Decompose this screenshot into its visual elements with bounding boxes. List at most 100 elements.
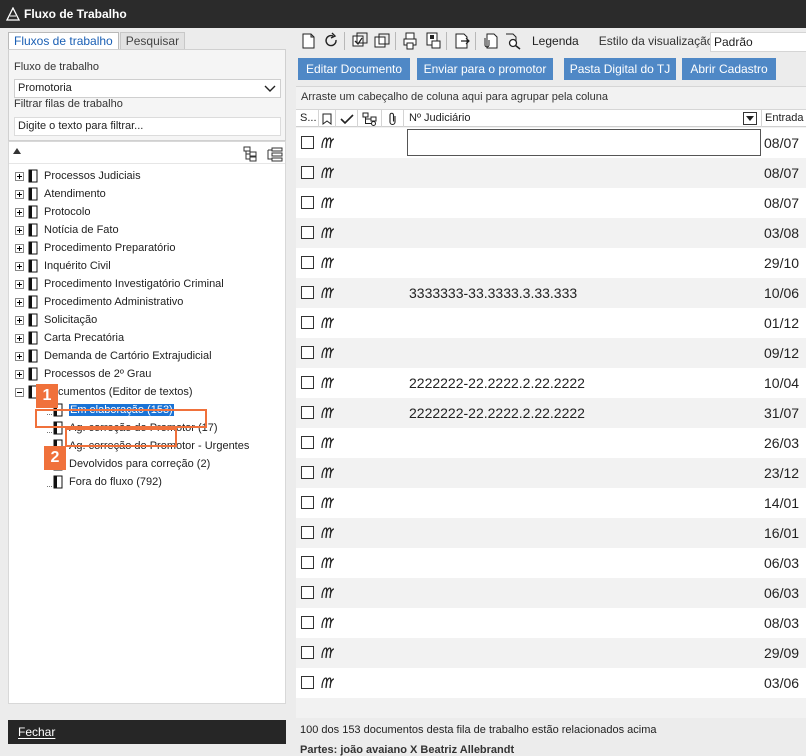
edit-document-button[interactable]: Editar Documento <box>298 58 410 80</box>
print-icon[interactable] <box>402 32 420 50</box>
tree-item[interactable]: Protocolo <box>15 203 90 221</box>
row-checkbox[interactable] <box>301 256 314 269</box>
collapse-arrow-icon[interactable] <box>13 148 21 154</box>
table-row[interactable]: 06/03 <box>296 578 806 608</box>
attach-document-icon[interactable] <box>482 32 500 50</box>
expand-icon[interactable] <box>15 189 24 199</box>
row-checkbox[interactable] <box>301 196 314 209</box>
row-checkbox[interactable] <box>301 526 314 539</box>
uncheck-all-icon[interactable] <box>373 32 391 50</box>
tree-item[interactable]: Atendimento <box>15 185 106 203</box>
row-checkbox[interactable] <box>301 136 314 149</box>
table-row[interactable]: 08/07 <box>296 158 806 188</box>
tree-item[interactable]: Processos de 2º Grau <box>15 365 151 383</box>
expand-icon[interactable] <box>15 369 24 379</box>
expand-icon[interactable] <box>15 315 24 325</box>
legend-button[interactable]: Legenda <box>532 34 579 48</box>
column-header-entrada[interactable]: Entrada <box>762 110 806 127</box>
column-header-numero-judiciario[interactable]: Nº Judiciário <box>404 110 762 127</box>
hands-flag-icon <box>321 287 335 299</box>
new-document-icon[interactable] <box>300 32 318 50</box>
tree-subitem[interactable]: Devolvidos para correção (2) <box>47 455 210 473</box>
table-row[interactable]: 26/03 <box>296 428 806 458</box>
tree-item[interactable]: Inquérito Civil <box>15 257 111 275</box>
row-checkbox[interactable] <box>301 436 314 449</box>
tree-item[interactable]: Solicitação <box>15 311 97 329</box>
table-row[interactable]: 2222222-22.2222.2.22.2222 10/04 <box>296 368 806 398</box>
pasta-digital-button[interactable]: Pasta Digital do TJ <box>564 58 676 80</box>
check-all-icon[interactable] <box>351 32 369 50</box>
row-checkbox[interactable] <box>301 316 314 329</box>
table-row[interactable]: 06/03 <box>296 548 806 578</box>
row-edit-field[interactable] <box>407 129 761 156</box>
expand-icon[interactable] <box>15 351 24 361</box>
paperclip-icon <box>389 112 396 126</box>
table-row[interactable]: 23/12 <box>296 458 806 488</box>
expand-icon[interactable] <box>15 297 24 307</box>
row-checkbox[interactable] <box>301 646 314 659</box>
filter-input[interactable]: Digite o texto para filtrar... <box>14 117 281 136</box>
table-row[interactable]: 08/07 <box>296 188 806 218</box>
table-row[interactable]: 08/03 <box>296 608 806 638</box>
table-row[interactable]: 03/06 <box>296 668 806 698</box>
row-checkbox[interactable] <box>301 586 314 599</box>
expand-icon[interactable] <box>15 333 24 343</box>
row-checkbox[interactable] <box>301 496 314 509</box>
row-checkbox[interactable] <box>301 286 314 299</box>
collapse-icon[interactable] <box>15 387 24 397</box>
expand-icon[interactable] <box>15 279 24 289</box>
row-checkbox[interactable] <box>301 676 314 689</box>
tree-item[interactable]: Procedimento Administrativo <box>15 293 183 311</box>
tree-item[interactable]: Procedimento Preparatório <box>15 239 175 257</box>
workflow-select[interactable]: Promotoria <box>14 79 281 98</box>
row-checkbox[interactable] <box>301 346 314 359</box>
refresh-icon[interactable] <box>322 32 340 50</box>
save-print-icon[interactable] <box>424 32 442 50</box>
expand-icon[interactable] <box>15 243 24 253</box>
expand-icon[interactable] <box>15 207 24 217</box>
table-row[interactable]: 2222222-22.2222.2.22.2222 31/07 <box>296 398 806 428</box>
view-style-select[interactable]: Padrão <box>710 32 806 52</box>
expand-icon[interactable] <box>15 261 24 271</box>
row-checkbox[interactable] <box>301 406 314 419</box>
tab-pesquisar[interactable]: Pesquisar <box>119 32 186 50</box>
table-row[interactable]: 09/12 <box>296 338 806 368</box>
close-button[interactable]: Fechar <box>8 720 286 744</box>
table-row[interactable]: 16/01 <box>296 518 806 548</box>
tree-item[interactable]: Notícia de Fato <box>15 221 119 239</box>
tree-subitem[interactable]: Fora do fluxo (792) <box>47 473 162 491</box>
tree-item[interactable]: Processos Judiciais <box>15 167 141 185</box>
row-checkbox[interactable] <box>301 226 314 239</box>
tab-fluxos[interactable]: Fluxos de trabalho <box>8 32 119 50</box>
tree-item[interactable]: Demanda de Cartório Extrajudicial <box>15 347 212 365</box>
open-record-button[interactable]: Abrir Cadastro <box>682 58 776 80</box>
table-row[interactable]: 01/12 <box>296 308 806 338</box>
table-row[interactable]: 03/08 <box>296 218 806 248</box>
row-checkbox[interactable] <box>301 556 314 569</box>
send-to-promotor-button[interactable]: Enviar para o promotor <box>417 58 553 80</box>
table-row[interactable]: 3333333-33.3333.3.33.333 10/06 <box>296 278 806 308</box>
hands-flag-icon <box>321 677 335 689</box>
collapse-all-icon[interactable] <box>267 146 283 162</box>
table-row[interactable]: 29/09 <box>296 638 806 668</box>
table-row[interactable]: 08/07 <box>296 128 806 158</box>
expand-icon[interactable] <box>15 171 24 181</box>
table-row[interactable]: 14/01 <box>296 488 806 518</box>
export-document-icon[interactable] <box>453 32 471 50</box>
column-header-s[interactable]: S... <box>296 110 319 127</box>
column-header-check[interactable] <box>336 110 358 127</box>
expand-icon[interactable] <box>15 225 24 235</box>
column-header-bookmark[interactable] <box>319 110 336 127</box>
expand-all-icon[interactable] <box>243 146 259 162</box>
row-checkbox[interactable] <box>301 466 314 479</box>
column-filter-button[interactable] <box>743 112 757 125</box>
row-checkbox[interactable] <box>301 616 314 629</box>
search-document-icon[interactable] <box>504 32 522 50</box>
column-header-attachment[interactable] <box>382 110 404 127</box>
tree-item[interactable]: Procedimento Investigatório Criminal <box>15 275 224 293</box>
column-header-hierarchy[interactable] <box>358 110 382 127</box>
row-checkbox[interactable] <box>301 166 314 179</box>
row-checkbox[interactable] <box>301 376 314 389</box>
tree-item[interactable]: Carta Precatória <box>15 329 124 347</box>
table-row[interactable]: 29/10 <box>296 248 806 278</box>
